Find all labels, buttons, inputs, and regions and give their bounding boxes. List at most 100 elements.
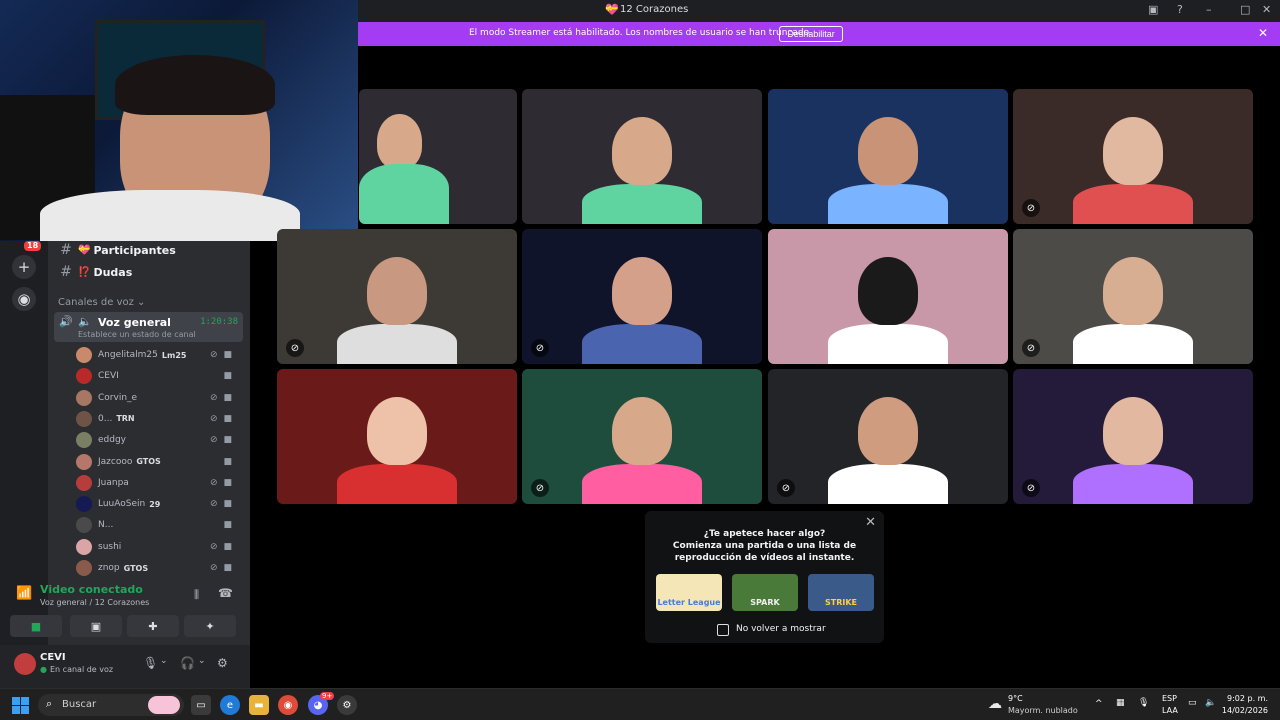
voice-member[interactable]: 0... TRN ⊘■ (76, 409, 244, 429)
screen-share-button[interactable]: ▣ (70, 615, 122, 637)
muted-camera-icon: ⊘■ (209, 435, 238, 446)
dont-show-checkbox[interactable] (717, 624, 729, 636)
tray-chevron-icon[interactable]: ^ (1095, 699, 1103, 709)
speaking-icon: 🔊 (59, 315, 73, 328)
member-name: sushi (98, 541, 122, 552)
participant-video-tile[interactable] (277, 369, 517, 504)
help-icon[interactable]: ? (1177, 3, 1183, 16)
channel-status[interactable]: Establece un estado de canal (78, 330, 196, 339)
voice-member[interactable]: N... ■ (76, 515, 244, 535)
video-muted-icon: ⊘ (531, 339, 549, 357)
member-name: 0... (98, 413, 113, 424)
participant-video-tile[interactable]: ⊘ (1013, 229, 1253, 364)
participant-video-tile[interactable]: ⊘ (522, 229, 762, 364)
participant-video-tile[interactable]: ⊘ (768, 369, 1008, 504)
disconnect-icon[interactable]: ☎ (218, 586, 233, 600)
disable-streamer-button[interactable]: Deshabilitar (779, 26, 843, 42)
banner-text: El modo Streamer está habilitado. Los no… (469, 28, 812, 38)
gear-icon[interactable]: ⚙ (217, 656, 228, 670)
start-button[interactable] (12, 697, 29, 714)
maximize-icon[interactable]: □ (1240, 3, 1250, 16)
participant-face (367, 257, 427, 325)
voice-member[interactable]: eddgy ⊘■ (76, 430, 244, 450)
avatar (76, 474, 92, 491)
participant-face (1103, 117, 1163, 185)
soundboard-button[interactable]: ✦ (184, 615, 236, 637)
tray-app-icon[interactable]: ▦ (1116, 698, 1125, 708)
participant-video-tile[interactable] (768, 229, 1008, 364)
voice-member[interactable]: Angelitalm25 Lm25 ⊘■ (76, 345, 244, 365)
windows-logo-quad (21, 697, 29, 705)
participant-video-tile[interactable]: ⊘ (277, 229, 517, 364)
weather-desc[interactable]: Mayorm. nublado (1008, 706, 1078, 715)
voice-member[interactable]: CEVI ■ (76, 366, 244, 386)
clock-date[interactable]: 14/02/2026 (1222, 706, 1268, 715)
game-letter-league[interactable]: Letter League (656, 574, 722, 611)
participant-face (367, 397, 427, 465)
activities-icon: ✚ (148, 619, 158, 633)
self-camera-overlay[interactable] (0, 0, 358, 241)
voice-member[interactable]: LuuAoSein 29 ⊘■ (76, 494, 244, 514)
taskbar-search[interactable]: ⌕ Buscar (38, 694, 184, 716)
discord-badge: 9+ (320, 692, 335, 700)
voice-member[interactable]: sushi ⊘■ (76, 537, 244, 557)
clock-time[interactable]: 9:02 p. m. (1227, 694, 1268, 703)
dont-show-label[interactable]: No volver a mostrar (736, 624, 826, 634)
voice-member[interactable]: Corvin_e ⊘■ (76, 388, 244, 408)
participant-video-tile[interactable]: ⊘ (1013, 89, 1253, 224)
hash-icon: # (60, 242, 72, 258)
window-title: 12 Corazones (620, 4, 689, 15)
member-name: Juanpa (98, 477, 129, 488)
task-view-icon[interactable]: ▭ (191, 695, 211, 715)
signal-icon: 📶 (16, 586, 33, 601)
avatar (76, 453, 92, 470)
activities-button[interactable]: ✚ (127, 615, 179, 637)
minimize-icon[interactable]: – (1206, 3, 1212, 16)
settings-icon[interactable]: ⚙ (337, 695, 357, 715)
channel-dudas[interactable]: # ⁉️ Dudas (58, 262, 248, 282)
close-icon[interactable]: ✕ (1262, 3, 1271, 16)
game-label: Letter League (657, 598, 721, 607)
member-tag: Lm25 (161, 350, 187, 360)
discover-button[interactable]: ◉ (12, 287, 36, 311)
member-name: Jazcooo (98, 456, 133, 467)
avatar (76, 496, 92, 513)
chevron-down-icon[interactable]: ⌄ (198, 656, 206, 666)
weather-temp[interactable]: 9°C (1008, 694, 1023, 703)
camera-button[interactable]: ■ (10, 615, 62, 637)
participant-video-tile[interactable] (768, 89, 1008, 224)
lang-bottom[interactable]: LAA (1162, 706, 1178, 715)
network-icon[interactable]: ▭ (1188, 698, 1197, 708)
lang-top[interactable]: ESP (1162, 694, 1177, 703)
channel-name: Participantes (93, 243, 176, 257)
participant-video-tile[interactable]: ⊘ (522, 369, 762, 504)
noise-suppression-icon[interactable]: ⫼ (194, 588, 199, 602)
explorer-icon[interactable]: ▬ (249, 695, 269, 715)
participant-video-tile[interactable]: ⊘ (1013, 369, 1253, 504)
chrome-icon[interactable]: ◉ (278, 695, 298, 715)
channel-participantes[interactable]: # 💝 Participantes (58, 240, 248, 260)
add-server-button[interactable]: + (12, 255, 36, 279)
game-label: STRIKE (824, 598, 858, 607)
participant-video-tile[interactable] (359, 89, 517, 224)
avatar[interactable] (14, 653, 36, 675)
voice-section-label[interactable]: Canales de voz ⌄ (58, 297, 145, 308)
microphone-icon[interactable]: 🎙 (143, 656, 158, 670)
participant-video-tile[interactable] (522, 89, 762, 224)
connection-channel[interactable]: Voz general / 12 Corazones (40, 598, 149, 607)
volume-icon[interactable]: 🔈 (1205, 698, 1216, 708)
monitor-icon[interactable]: ▣ (1148, 3, 1158, 16)
close-icon[interactable]: ✕ (1258, 26, 1268, 40)
voice-channel-general[interactable]: 🔊 🔈 Voz general 1:20:38 Establece un est… (54, 312, 243, 342)
game-spark[interactable]: SPARK (732, 574, 798, 611)
headphones-icon[interactable]: 🎧 (180, 656, 195, 670)
discord-window: 18 + ◉ # 💝 Participantes # ⁉️ Dudas Cana… (0, 0, 1280, 688)
chevron-down-icon[interactable]: ⌄ (160, 656, 168, 666)
edge-icon[interactable]: e (220, 695, 240, 715)
participant-body (828, 464, 948, 504)
game-strike[interactable]: STRIKE (808, 574, 874, 611)
voice-member[interactable]: Jazcooo GTOS ■ (76, 452, 244, 472)
microphone-icon[interactable]: 🎙 (1138, 698, 1149, 708)
voice-member[interactable]: znop GTOS ⊘■ (76, 558, 244, 578)
voice-member[interactable]: Juanpa ⊘■ (76, 473, 244, 493)
